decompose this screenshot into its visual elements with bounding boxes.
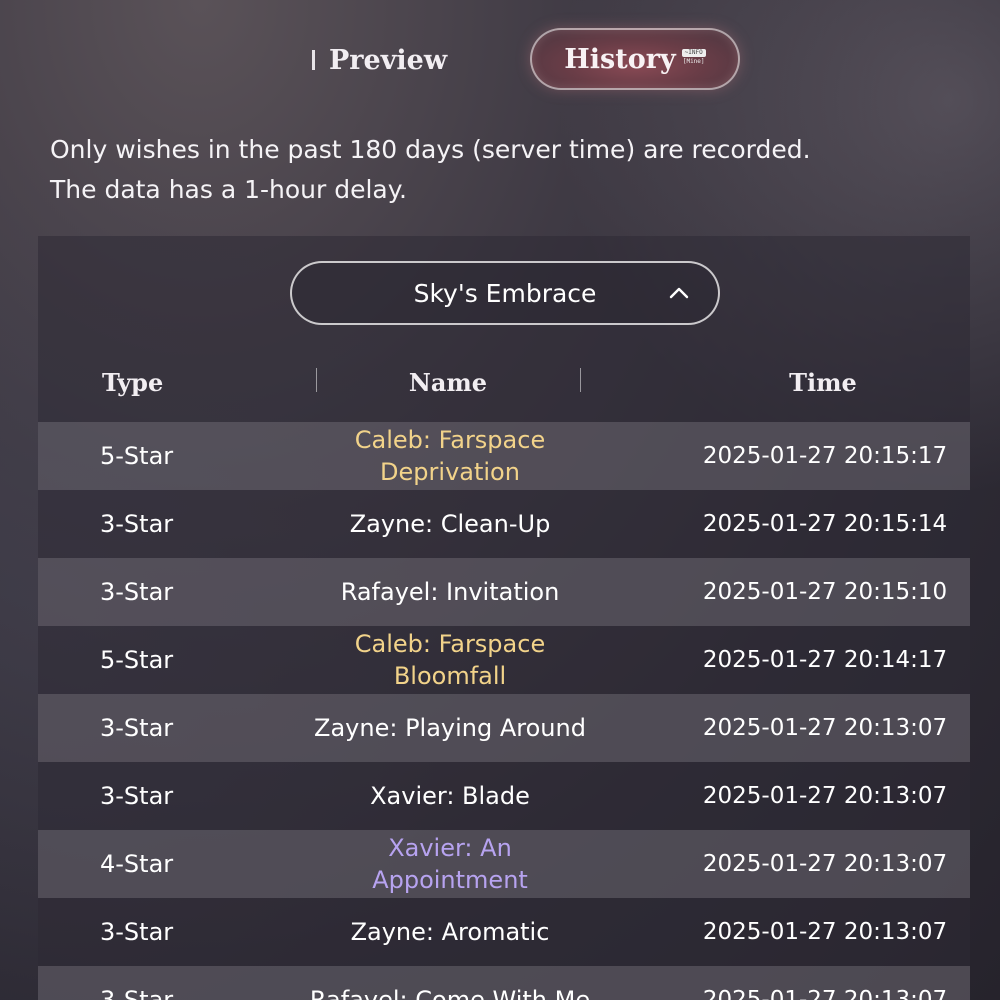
row-time: 2025-01-27 20:15:10 (702, 579, 948, 605)
tab-preview[interactable]: Preview (312, 38, 447, 82)
history-table: 5-Star Caleb: Farspace Deprivation 2025-… (38, 422, 970, 1000)
tab-bar: Preview History ~INFO [Mine] (0, 28, 1000, 92)
header-time: Time (789, 367, 857, 397)
row-name: Zayne: Aromatic (280, 898, 620, 966)
tab-history[interactable]: History ~INFO [Mine] (530, 28, 740, 90)
tab-preview-label: Preview (329, 44, 448, 76)
banner-dropdown[interactable]: Sky's Embrace (290, 261, 720, 325)
header-divider (316, 368, 317, 392)
row-name-text: Rafayel: Come With Me (309, 986, 591, 1000)
table-row: 3-Star Xavier: Blade 2025-01-27 20:13:07 (38, 762, 970, 830)
row-name: Caleb: Farspace Bloomfall (280, 626, 620, 694)
row-name-text: Caleb: Farspace Deprivation (354, 426, 546, 486)
row-time: 2025-01-27 20:13:07 (702, 783, 948, 809)
history-badge: ~INFO [Mine] (681, 48, 706, 66)
row-name: Rafayel: Come With Me (280, 966, 620, 1000)
chevron-up-icon (669, 287, 689, 299)
row-type: 3-Star (100, 714, 174, 742)
history-badge-bottom: [Mine] (682, 57, 705, 65)
row-name-text: Rafayel: Invitation (340, 578, 560, 606)
row-type: 4-Star (100, 850, 174, 878)
table-row: 3-Star Rafayel: Come With Me 2025-01-27 … (38, 966, 970, 1000)
row-type: 5-Star (100, 646, 174, 674)
row-name-text: Zayne: Playing Around (314, 714, 586, 742)
table-row: 4-Star Xavier: An Appointment 2025-01-27… (38, 830, 970, 898)
row-type: 3-Star (100, 510, 174, 538)
row-type: 3-Star (100, 578, 174, 606)
row-time: 2025-01-27 20:13:07 (702, 919, 948, 945)
notice-text: Only wishes in the past 180 days (server… (50, 130, 950, 210)
table-row: 5-Star Caleb: Farspace Bloomfall 2025-01… (38, 626, 970, 694)
tab-divider (312, 50, 315, 70)
row-name: Zayne: Playing Around (280, 694, 620, 762)
row-name-text: Xavier: An Appointment (372, 834, 528, 894)
row-name: Zayne: Clean-Up (280, 490, 620, 558)
row-type: 3-Star (100, 782, 174, 810)
table-row: 3-Star Zayne: Clean-Up 2025-01-27 20:15:… (38, 490, 970, 558)
notice-line-2: The data has a 1-hour delay. (50, 175, 407, 204)
table-row: 3-Star Rafayel: Invitation 2025-01-27 20… (38, 558, 970, 626)
row-time: 2025-01-27 20:13:07 (702, 987, 948, 1000)
table-header: Type Name Time (38, 360, 970, 404)
header-name: Name (408, 367, 488, 397)
notice-line-1: Only wishes in the past 180 days (server… (50, 135, 811, 164)
banner-dropdown-value: Sky's Embrace (413, 278, 597, 308)
history-badge-top: ~INFO (681, 48, 706, 57)
row-time: 2025-01-27 20:15:17 (702, 443, 948, 469)
header-divider (580, 368, 581, 392)
header-type: Type (102, 367, 164, 397)
row-name: Xavier: An Appointment (280, 830, 620, 898)
row-name-text: Caleb: Farspace Bloomfall (354, 630, 546, 690)
row-name: Caleb: Farspace Deprivation (280, 422, 620, 490)
row-name: Rafayel: Invitation (280, 558, 620, 626)
row-name-text: Xavier: Blade (370, 782, 530, 810)
row-name-text: Zayne: Aromatic (350, 918, 550, 946)
table-row: 3-Star Zayne: Aromatic 2025-01-27 20:13:… (38, 898, 970, 966)
row-time: 2025-01-27 20:14:17 (702, 647, 948, 673)
row-type: 3-Star (100, 918, 174, 946)
row-time: 2025-01-27 20:13:07 (702, 715, 948, 741)
row-name-text: Zayne: Clean-Up (349, 510, 551, 538)
row-name: Xavier: Blade (280, 762, 620, 830)
row-type: 5-Star (100, 442, 174, 470)
tab-history-label: History (564, 43, 676, 75)
row-time: 2025-01-27 20:13:07 (702, 851, 948, 877)
row-type: 3-Star (100, 986, 174, 1000)
row-time: 2025-01-27 20:15:14 (702, 511, 948, 537)
table-row: 5-Star Caleb: Farspace Deprivation 2025-… (38, 422, 970, 490)
table-row: 3-Star Zayne: Playing Around 2025-01-27 … (38, 694, 970, 762)
